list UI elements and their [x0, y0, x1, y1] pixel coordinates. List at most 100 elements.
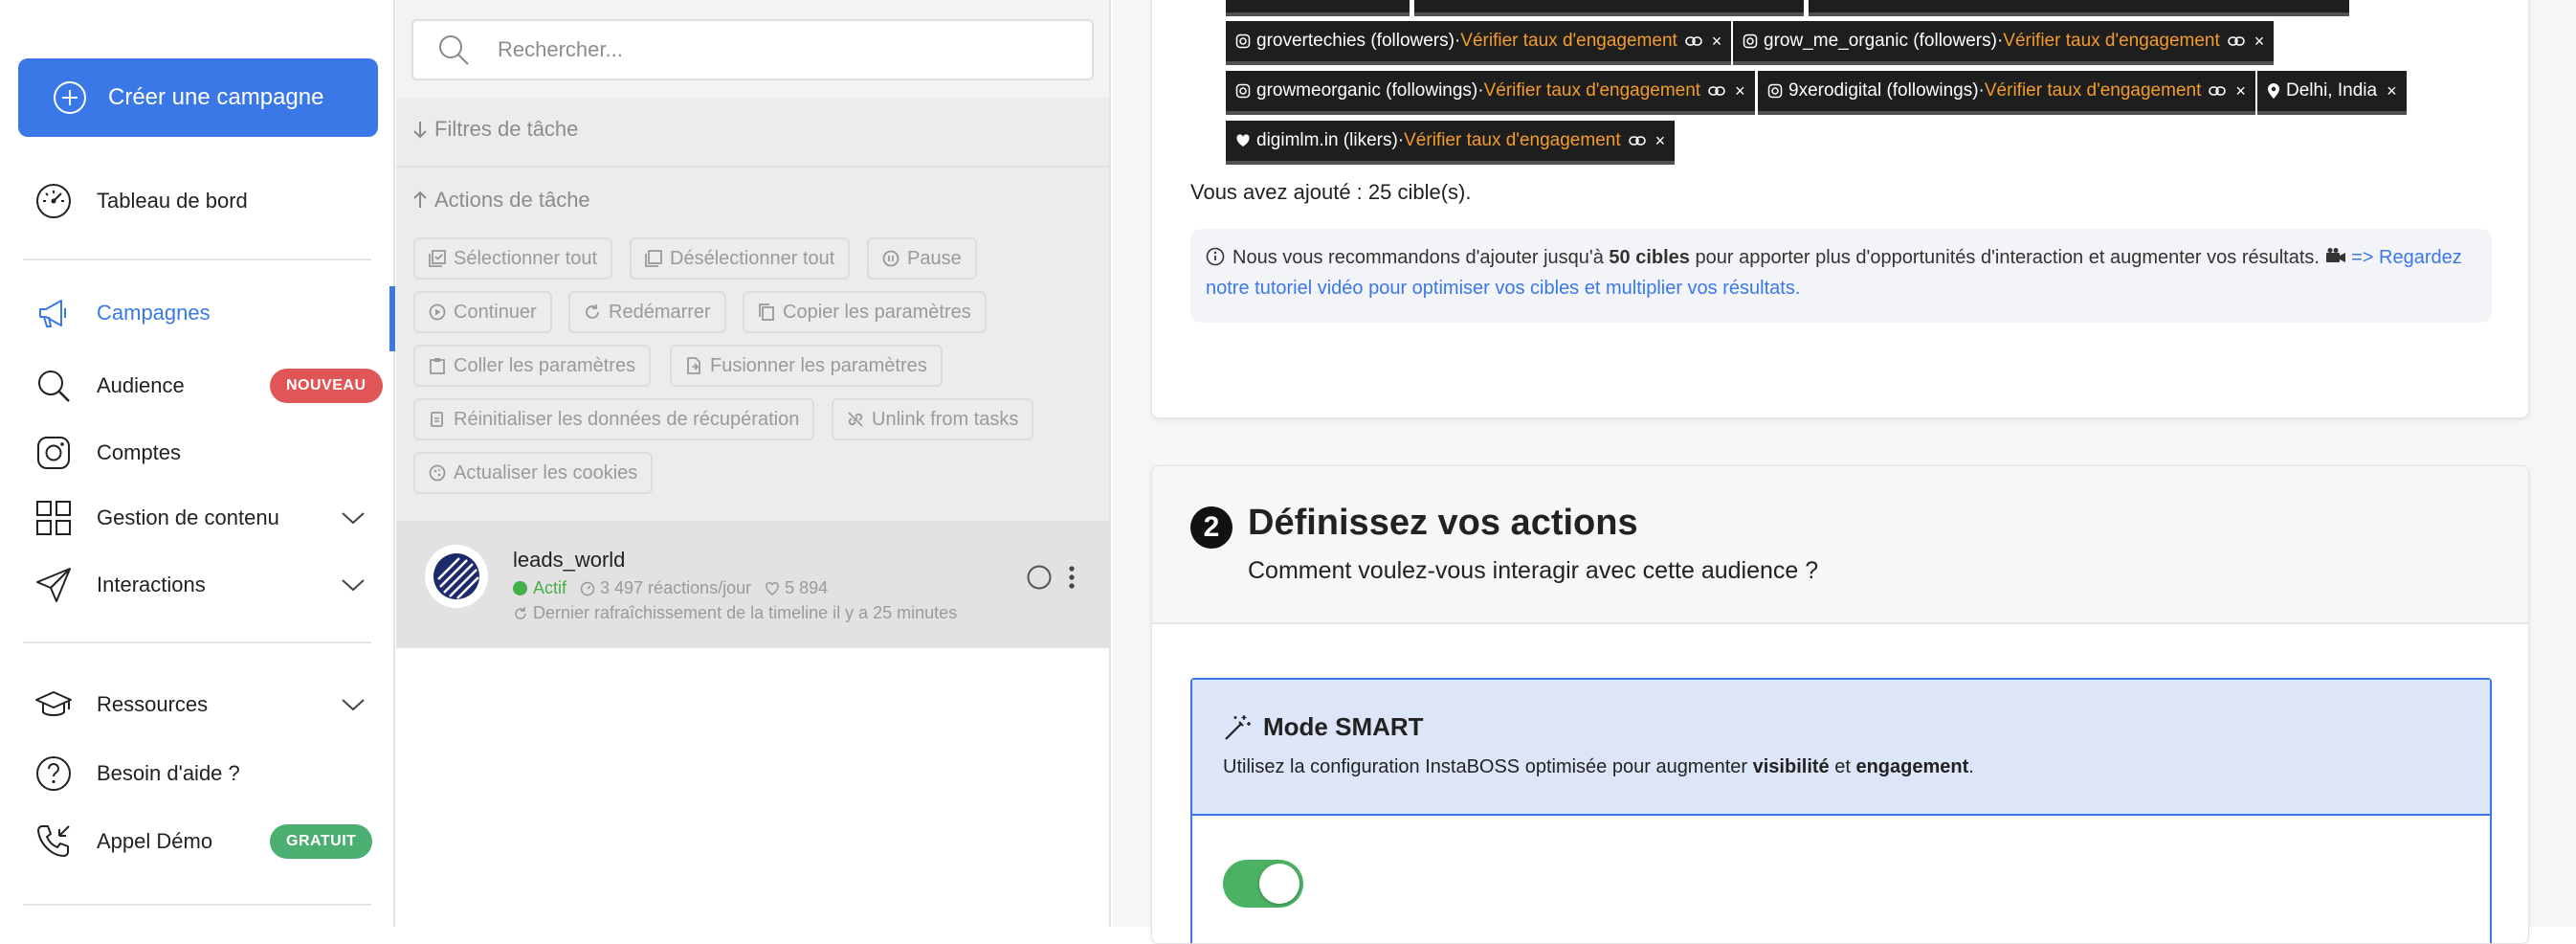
step-number: 2 — [1190, 506, 1232, 549]
paper-plane-icon — [34, 566, 73, 604]
restart-button[interactable]: Redémarrer — [568, 291, 726, 333]
check-engagement-link[interactable]: Vérifier taux d'engagement — [1404, 130, 1621, 151]
sidebar-item-resources[interactable]: Ressources — [0, 676, 393, 733]
task-filters-label: Filtres de tâche — [434, 117, 579, 141]
smart-desc-text: Utilisez la configuration InstaBOSS opti… — [1223, 756, 1748, 777]
heart-outline-icon — [765, 581, 780, 596]
reset-data-label: Réinitialiser les données de récupératio… — [454, 408, 800, 430]
remove-target-button[interactable]: × — [1655, 131, 1666, 151]
refresh-icon — [513, 606, 528, 621]
divider — [23, 258, 371, 260]
instagram-icon — [1743, 34, 1758, 49]
target-tag[interactable]: Delhi, India × — [2257, 71, 2407, 115]
remove-target-button[interactable]: × — [2235, 81, 2246, 101]
chevron-down-icon[interactable] — [341, 510, 366, 526]
play-circle-icon — [429, 303, 446, 321]
new-badge: NOUVEAU — [270, 369, 383, 403]
unlink-button[interactable]: Unlink from tasks — [832, 398, 1034, 440]
task-actions-area: Filtres de tâche Actions de tâche Sélect… — [396, 98, 1109, 521]
chevron-down-icon[interactable] — [341, 577, 366, 593]
cookie-icon — [429, 464, 446, 482]
restart-label: Redémarrer — [609, 301, 711, 323]
smart-mode-toggle[interactable] — [1223, 860, 1303, 908]
sidebar-item-content[interactable]: Gestion de contenu — [0, 489, 393, 547]
check-engagement-link[interactable]: Vérifier taux d'engagement — [1484, 80, 1701, 101]
target-tag-partial — [1809, 0, 2349, 16]
link-icon[interactable] — [1684, 35, 1702, 47]
link-icon[interactable] — [2227, 35, 2245, 47]
task-actions-label: Actions de tâche — [434, 188, 590, 212]
target-tag[interactable]: grovertechies (followers) · Vérifier tau… — [1226, 21, 1732, 65]
step-subtitle: Comment voulez-vous interagir avec cette… — [1248, 557, 1819, 584]
search-bar-area: Rechercher... — [396, 0, 1109, 98]
target-tag[interactable]: growmeorganic (followings) · Vérifier ta… — [1226, 71, 1755, 115]
merge-params-button[interactable]: Fusionner les paramètres — [670, 345, 943, 387]
target-name: 9xerodigital (followings) — [1788, 80, 1979, 101]
smart-mode-label: Mode SMART — [1263, 712, 1424, 741]
task-actions-toggle[interactable]: Actions de tâche — [413, 188, 590, 213]
smart-desc-text: et — [1834, 756, 1851, 777]
sidebar-item-label: Audience — [97, 373, 185, 397]
target-tag[interactable]: 9xerodigital (followings) · Vérifier tau… — [1758, 71, 2255, 115]
info-text: Nous vous recommandons d'ajouter jusqu'à — [1232, 247, 1604, 268]
info-circle-icon — [1206, 247, 1225, 266]
pause-button[interactable]: Pause — [867, 237, 977, 280]
megaphone-icon — [34, 294, 73, 332]
task-row[interactable]: leads_world Actif 3 497 réactions/jour 5… — [396, 521, 1109, 648]
check-engagement-link[interactable]: Vérifier taux d'engagement — [1985, 80, 2202, 101]
check-engagement-link[interactable]: Vérifier taux d'engagement — [1460, 31, 1677, 52]
magic-wand-icon — [1223, 713, 1252, 742]
target-tag[interactable]: digimlm.in (likers) · Vérifier taux d'en… — [1226, 121, 1676, 165]
continue-button[interactable]: Continuer — [413, 291, 552, 333]
more-vertical-icon[interactable] — [1066, 564, 1077, 591]
paste-params-button[interactable]: Coller les paramètres — [413, 345, 652, 387]
graduation-cap-icon — [34, 686, 73, 724]
toggle-knob — [1259, 864, 1299, 904]
refresh-cookies-button[interactable]: Actualiser les cookies — [413, 452, 654, 494]
deselect-all-button[interactable]: Désélectionner tout — [630, 237, 851, 280]
remove-target-button[interactable]: × — [1735, 81, 1745, 101]
chevron-down-icon[interactable] — [341, 697, 366, 712]
sidebar: Créer une campagne Tableau de bord Campa… — [0, 0, 395, 927]
search-input[interactable]: Rechercher... — [411, 19, 1094, 80]
sidebar-item-label: Campagnes — [97, 301, 211, 325]
sidebar-item-campaigns[interactable]: Campagnes — [0, 284, 395, 351]
target-name: grovertechies (followers) — [1256, 31, 1455, 51]
copy-params-label: Copier les paramètres — [783, 301, 971, 323]
target-tag[interactable]: grow_me_organic (followers) · Vérifier t… — [1733, 21, 2275, 65]
plus-circle-icon — [53, 80, 87, 115]
task-filters-toggle[interactable]: Filtres de tâche — [413, 117, 578, 142]
remove-target-button[interactable]: × — [1712, 32, 1722, 52]
sidebar-item-label: Besoin d'aide ? — [97, 761, 240, 785]
sidebar-item-accounts[interactable]: Comptes — [0, 424, 393, 482]
task-list-panel: Rechercher... Filtres de tâche Actions d… — [396, 0, 1111, 927]
link-icon[interactable] — [1708, 85, 1725, 97]
link-icon[interactable] — [1628, 135, 1646, 146]
sidebar-item-demo[interactable]: Appel Démo GRATUIT — [0, 813, 393, 870]
reset-data-button[interactable]: Réinitialiser les données de récupératio… — [413, 398, 815, 440]
select-all-button[interactable]: Sélectionner tout — [413, 237, 613, 280]
select-radio[interactable] — [1026, 564, 1053, 591]
smart-mode-header: Mode SMART Utilisez la configuration Ins… — [1192, 680, 2490, 816]
sidebar-item-audience[interactable]: Audience NOUVEAU — [0, 357, 393, 415]
likes-count: 5 894 — [785, 578, 829, 597]
deselect-all-label: Désélectionner tout — [670, 247, 835, 269]
link-icon[interactable] — [2209, 85, 2227, 97]
create-campaign-button[interactable]: Créer une campagne — [18, 58, 378, 137]
copy-params-button[interactable]: Copier les paramètres — [743, 291, 987, 333]
sidebar-item-dashboard[interactable]: Tableau de bord — [0, 172, 393, 230]
pause-circle-icon — [882, 250, 899, 267]
reactions-per-day: 3 497 réactions/jour — [600, 578, 752, 597]
sidebar-item-help[interactable]: Besoin d'aide ? — [0, 745, 393, 802]
sidebar-item-interactions[interactable]: Interactions — [0, 556, 393, 614]
check-engagement-link[interactable]: Vérifier taux d'engagement — [2003, 31, 2220, 52]
remove-target-button[interactable]: × — [2254, 32, 2265, 52]
search-icon — [436, 33, 471, 67]
clipboard-icon — [429, 357, 446, 374]
remove-target-button[interactable]: × — [2387, 81, 2397, 101]
grid-icon — [34, 499, 73, 537]
map-pin-icon — [2267, 82, 2280, 100]
sidebar-item-label: Comptes — [97, 440, 182, 464]
phone-call-icon — [34, 822, 73, 861]
refresh-text: Dernier rafraîchissement de la timeline … — [533, 603, 958, 622]
